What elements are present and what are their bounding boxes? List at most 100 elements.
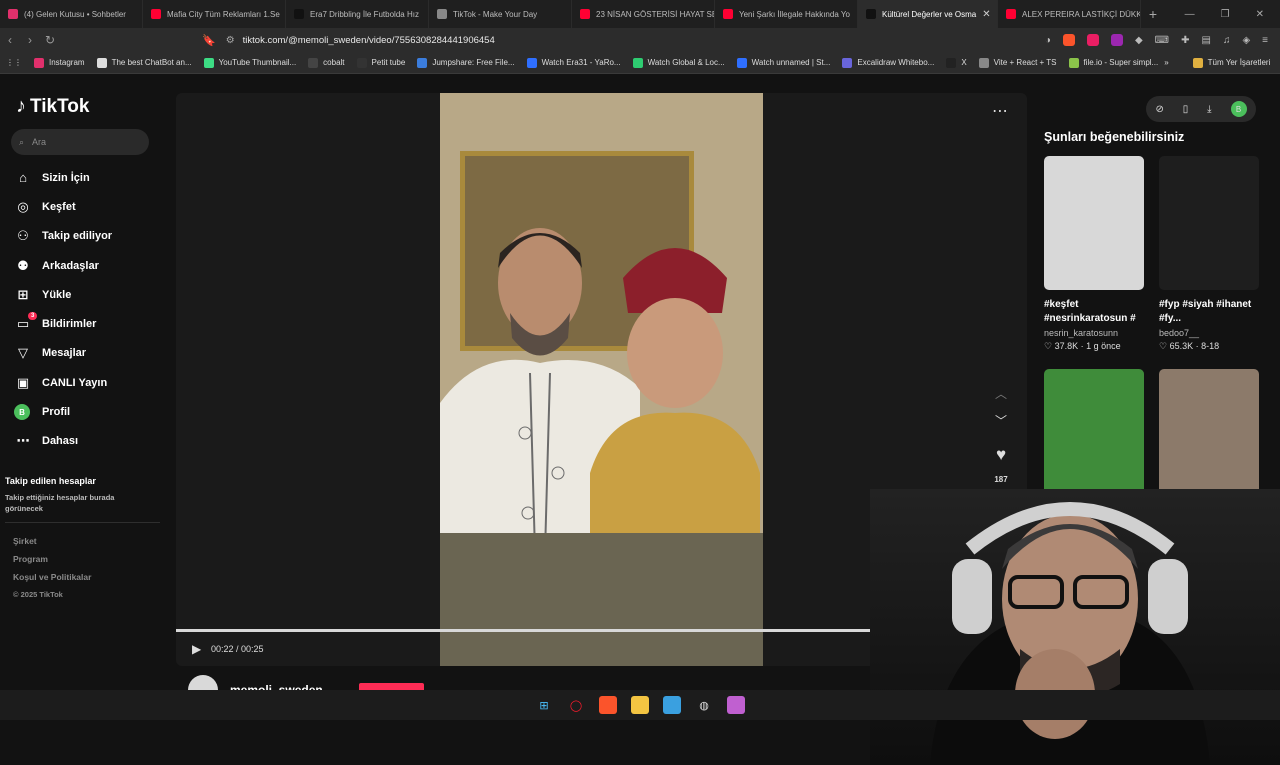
recommended-video-card[interactable]: [1044, 369, 1144, 503]
search-icon: ⌕: [19, 136, 25, 147]
sidebar-item[interactable]: ⚉ Arkadaşlar: [14, 251, 112, 280]
bookmark-item[interactable]: YouTube Thumbnail...: [198, 57, 303, 68]
bookmark-item[interactable]: Watch Global & Loc...: [627, 57, 731, 68]
video-frame[interactable]: [440, 93, 763, 666]
footer-link-company[interactable]: Şirket: [13, 536, 91, 554]
chevron-up-icon[interactable]: ︿: [995, 385, 1007, 402]
app-icon[interactable]: [727, 696, 745, 714]
obs-icon[interactable]: ◍: [695, 696, 713, 714]
sidebar-icon[interactable]: ▤: [1202, 35, 1211, 46]
menu-icon[interactable]: ≡: [1262, 35, 1268, 46]
video-caption[interactable]: #keşfet #nesrinkaratosun #: [1044, 298, 1144, 326]
streamer-in-webcam: [930, 502, 1210, 765]
download-icon[interactable]: ⤓: [1207, 104, 1211, 115]
opera-icon[interactable]: ◯: [567, 696, 585, 714]
browser-tab[interactable]: TikTok - Make Your Day: [429, 0, 572, 28]
video-thumbnail[interactable]: [1159, 369, 1259, 503]
windows-start-icon[interactable]: ⊞: [535, 696, 553, 714]
chevron-right-icon[interactable]: »: [1164, 58, 1168, 67]
recommended-video-card[interactable]: #fyp #siyah #ihanet #fy... bedoo7__ ♡ 65.3…: [1159, 156, 1259, 352]
bookmark-item[interactable]: cobalt: [302, 57, 350, 68]
live-icon: ▣: [16, 374, 30, 390]
bookmark-item[interactable]: Watch Era31 - YaRo...: [521, 57, 627, 68]
bookmark-page-icon[interactable]: 🔖: [202, 34, 216, 47]
heart-icon[interactable]: ♥: [996, 445, 1006, 465]
all-bookmarks-folder[interactable]: Tüm Yer İşaretleri: [1187, 57, 1277, 68]
sidebar-item[interactable]: ▽ Mesajlar: [14, 339, 112, 368]
wallet-icon[interactable]: ◈: [1242, 35, 1250, 46]
close-window-icon[interactable]: ✕: [1256, 9, 1264, 20]
browser-tab[interactable]: (4) Gelen Kutusu • Sohbetler: [0, 0, 143, 28]
video-thumbnail[interactable]: [1044, 369, 1144, 503]
phone-icon[interactable]: ▯: [1183, 104, 1189, 115]
search-input[interactable]: ⌕ Ara: [11, 129, 149, 155]
bookmark-item[interactable]: Petit tube: [351, 57, 412, 68]
tab-favicon-icon: [1006, 9, 1016, 19]
sidebar-item[interactable]: ▭ 3 Bildirimler: [14, 309, 112, 338]
browser-tab[interactable]: 23 NİSAN GÖSTERİSİ HAYAT SE: [572, 0, 715, 28]
url-field[interactable]: ⚙ tiktok.com/@memoli_sweden/video/755630…: [226, 35, 886, 46]
music-icon[interactable]: ♫: [1223, 35, 1231, 46]
extension-icon[interactable]: ◆: [1135, 35, 1143, 46]
back-icon[interactable]: ‹: [0, 33, 20, 47]
bookmark-item[interactable]: The best ChatBot an...: [91, 57, 198, 68]
minimize-icon[interactable]: —: [1185, 9, 1195, 20]
brave-shields-icon[interactable]: [1062, 34, 1075, 46]
sidebar-item[interactable]: ⌂ Sizin İçin: [14, 163, 112, 192]
taskbar: ⊞ ◯ ◍: [0, 690, 1280, 720]
new-tab-icon[interactable]: +: [1141, 6, 1165, 22]
forward-icon[interactable]: ›: [20, 33, 40, 47]
bookmark-item[interactable]: Vite + React + TS: [973, 57, 1063, 68]
bookmark-item[interactable]: Instagram: [28, 57, 91, 68]
file-explorer-icon[interactable]: [631, 696, 649, 714]
browser-tab[interactable]: ALEX PEREIRA LASTİKÇİ DÜKKA: [998, 0, 1141, 28]
video-thumbnail[interactable]: [1044, 156, 1144, 290]
likes-count: 37.8K: [1054, 341, 1079, 351]
tiktok-logo[interactable]: ♪ TikTok: [16, 95, 89, 118]
video-author[interactable]: nesrin_karatosunn: [1044, 328, 1144, 338]
sidebar-item[interactable]: B Profil: [14, 397, 112, 426]
sidebar-item[interactable]: ⋯ Dahası: [14, 427, 112, 456]
more-options-icon[interactable]: ⋯: [992, 101, 1008, 121]
play-icon[interactable]: ▶: [192, 642, 201, 656]
footer-link-program[interactable]: Program: [13, 554, 91, 572]
close-tab-icon[interactable]: ✕: [982, 9, 990, 20]
extension-icon[interactable]: [1110, 34, 1123, 46]
browser-tab[interactable]: Kültürel Değerler ve Osma ✕: [858, 0, 998, 28]
sidebar-item[interactable]: ▣ CANLI Yayın: [14, 368, 112, 397]
browser-tab[interactable]: Yeni Şarkı İllegale Hakkında Yo: [715, 0, 858, 28]
brave-browser-icon[interactable]: [599, 696, 617, 714]
chevron-down-icon[interactable]: ﹀: [995, 412, 1007, 429]
reload-icon[interactable]: ↻: [40, 33, 60, 47]
sidebar-item[interactable]: ◎ Keşfet: [14, 192, 112, 221]
restore-icon[interactable]: ❐: [1221, 9, 1230, 20]
sidebar-item-label: Dahası: [42, 435, 79, 448]
bookmark-item[interactable]: X: [940, 57, 972, 68]
profile-avatar[interactable]: B: [1230, 101, 1247, 117]
bookmark-item[interactable]: Excalidraw Whitebo...: [836, 57, 940, 68]
more-icon: ⋯: [16, 433, 30, 449]
video-thumbnail[interactable]: [1159, 156, 1259, 290]
sidebar-item[interactable]: ⊞ Yükle: [14, 280, 112, 309]
bookmark-favicon-icon: [946, 57, 957, 68]
site-settings-icon[interactable]: ⚙: [226, 35, 235, 46]
footer-link-terms[interactable]: Koşul ve Politikalar: [13, 572, 91, 590]
recommended-video-card[interactable]: #keşfet #nesrinkaratosun # nesrin_karatos…: [1044, 156, 1144, 352]
bookmark-item[interactable]: Watch unnamed | St...: [731, 57, 837, 68]
video-author[interactable]: bedoo7__: [1159, 328, 1259, 338]
extensions-puzzle-icon[interactable]: ✚: [1181, 35, 1189, 46]
browser-tab[interactable]: Mafia City Tüm Reklamları 1.Se: [143, 0, 286, 28]
translate-icon[interactable]: ◑: [1045, 35, 1051, 46]
browser-tab[interactable]: Era7 Dribbling İle Futbolda Hız: [286, 0, 429, 28]
apps-icon[interactable]: ⋮⋮: [0, 58, 28, 67]
gamepad-icon[interactable]: ⌨: [1155, 35, 1169, 46]
profile-avatar: B: [14, 404, 30, 421]
bookmark-item[interactable]: file.io - Super simpl...: [1063, 57, 1165, 68]
window-controls: — ❐ ✕: [1185, 9, 1280, 20]
extension-icon[interactable]: [1086, 34, 1099, 46]
coins-icon[interactable]: ⊘: [1155, 104, 1163, 115]
photos-icon[interactable]: [663, 696, 681, 714]
bookmark-item[interactable]: Jumpshare: Free File...: [411, 57, 520, 68]
video-caption[interactable]: #fyp #siyah #ihanet #fy...: [1159, 298, 1259, 326]
sidebar-item[interactable]: ⚇ Takip ediliyor: [14, 222, 112, 251]
